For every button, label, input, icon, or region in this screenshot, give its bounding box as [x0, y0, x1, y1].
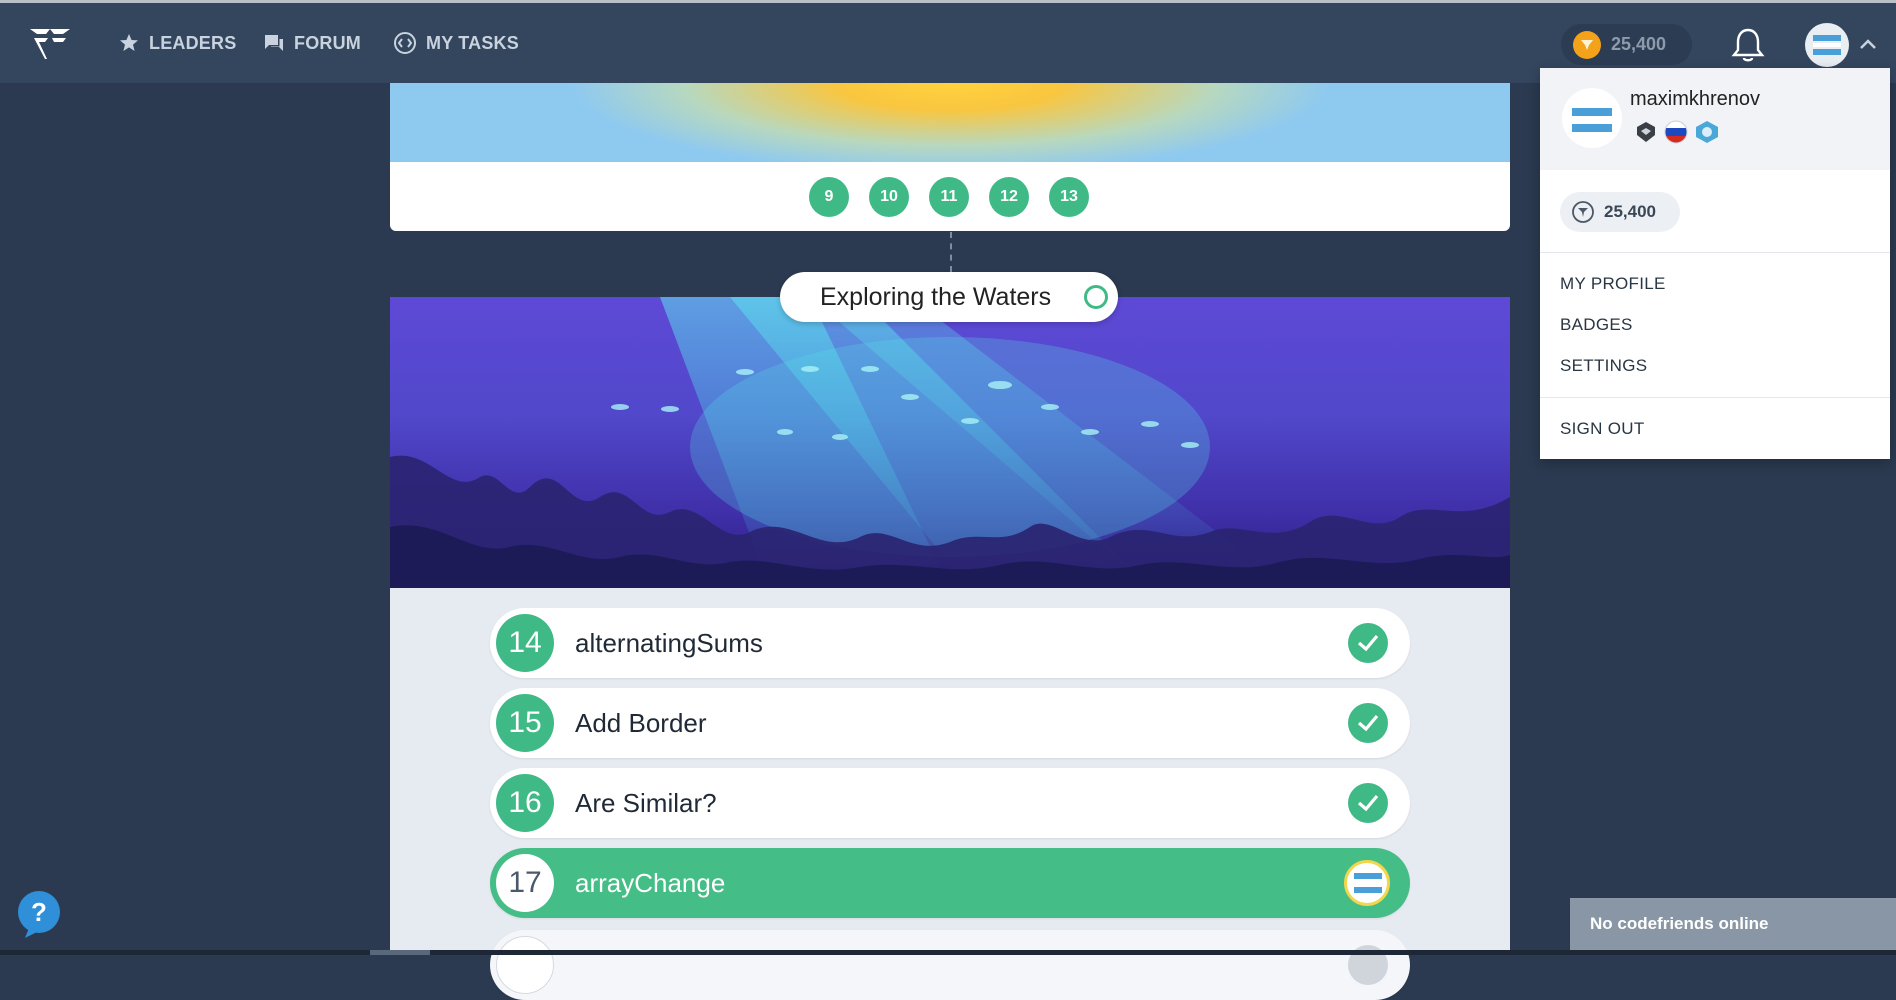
codesignal-logo-icon[interactable] [28, 25, 72, 61]
task-row[interactable]: 14 alternatingSums [490, 608, 1410, 678]
completed-check-icon [1348, 623, 1388, 663]
star-icon [120, 34, 138, 51]
codefriends-status-text: No codefriends online [1590, 914, 1769, 933]
task-name: Are Similar? [575, 787, 717, 818]
menu-divider [1540, 397, 1890, 398]
chevron-up-icon[interactable] [1858, 37, 1878, 51]
task-number: 16 [496, 774, 554, 832]
coin-balance-value: 25,400 [1611, 34, 1667, 54]
chapter-header[interactable]: Exploring the Waters [780, 272, 1118, 322]
level-badge[interactable]: 9 [809, 177, 849, 217]
user-badges [1634, 120, 1720, 144]
level-badge[interactable]: 11 [929, 177, 969, 217]
nav-forum[interactable]: FORUM [264, 3, 361, 83]
menu-sign-out[interactable]: SIGN OUT [1560, 419, 1645, 439]
user-dropdown-menu: maximkhrenov 25,400 MY PROFILE BADGES SE… [1540, 68, 1890, 459]
nav-leaders-label: LEADERS [149, 32, 237, 53]
menu-divider [1540, 252, 1890, 253]
completed-check-icon [1348, 783, 1388, 823]
previous-chapter-banner [390, 83, 1510, 162]
chapter-banner-image [390, 297, 1510, 588]
task-number [496, 936, 554, 994]
help-icon[interactable]: ? [15, 890, 63, 940]
chapter-title: Exploring the Waters [820, 282, 1052, 311]
path-connector [950, 232, 952, 272]
menu-coin-value: 25,400 [1604, 202, 1656, 221]
menu-username[interactable]: maximkhrenov [1630, 88, 1760, 111]
completed-check-icon [1348, 703, 1388, 743]
nav-my-tasks[interactable]: MY TASKS [394, 3, 519, 83]
nav-leaders[interactable]: LEADERS [119, 3, 236, 83]
coin-balance[interactable]: 25,400 [1561, 24, 1692, 65]
code-icon [394, 32, 416, 54]
nav-my-tasks-label: MY TASKS [426, 32, 519, 53]
task-row[interactable]: 15 Add Border [490, 688, 1410, 758]
menu-avatar[interactable] [1562, 88, 1622, 148]
task-name: alternatingSums [575, 627, 763, 658]
nav-forum-label: FORUM [294, 32, 361, 53]
task-row[interactable]: 16 Are Similar? [490, 768, 1410, 838]
task-row-current[interactable]: 17 arrayChange [490, 848, 1410, 918]
task-number: 14 [496, 614, 554, 672]
level-badge[interactable]: 12 [989, 177, 1029, 217]
horizontal-scrollbar[interactable] [0, 950, 1896, 955]
menu-settings[interactable]: SETTINGS [1560, 356, 1647, 376]
scrollbar-thumb[interactable] [370, 950, 430, 955]
menu-badges[interactable]: BADGES [1560, 315, 1633, 335]
task-name: arrayChange [575, 867, 726, 898]
svg-text:?: ? [31, 897, 47, 927]
task-name: Add Border [575, 707, 707, 738]
notifications-bell-icon[interactable] [1731, 27, 1765, 63]
rank-badge-icon [1637, 122, 1655, 142]
menu-my-profile[interactable]: MY PROFILE [1560, 274, 1666, 294]
coin-icon [1572, 201, 1594, 223]
chapter-progress-ring-icon [1084, 285, 1108, 309]
chat-icon [265, 35, 283, 51]
task-row-locked[interactable] [490, 930, 1410, 1000]
level-badge[interactable]: 10 [869, 177, 909, 217]
codefriends-status-bar[interactable]: No codefriends online [1570, 898, 1896, 950]
coin-icon [1573, 30, 1601, 59]
user-avatar[interactable] [1805, 23, 1849, 67]
level-badge[interactable]: 13 [1049, 177, 1089, 217]
menu-coin-balance: 25,400 [1560, 192, 1680, 232]
achievement-badge-icon [1696, 121, 1718, 143]
task-number: 17 [496, 854, 554, 912]
current-user-avatar [1344, 860, 1390, 906]
russia-flag-icon [1664, 120, 1688, 144]
task-number: 15 [496, 694, 554, 752]
